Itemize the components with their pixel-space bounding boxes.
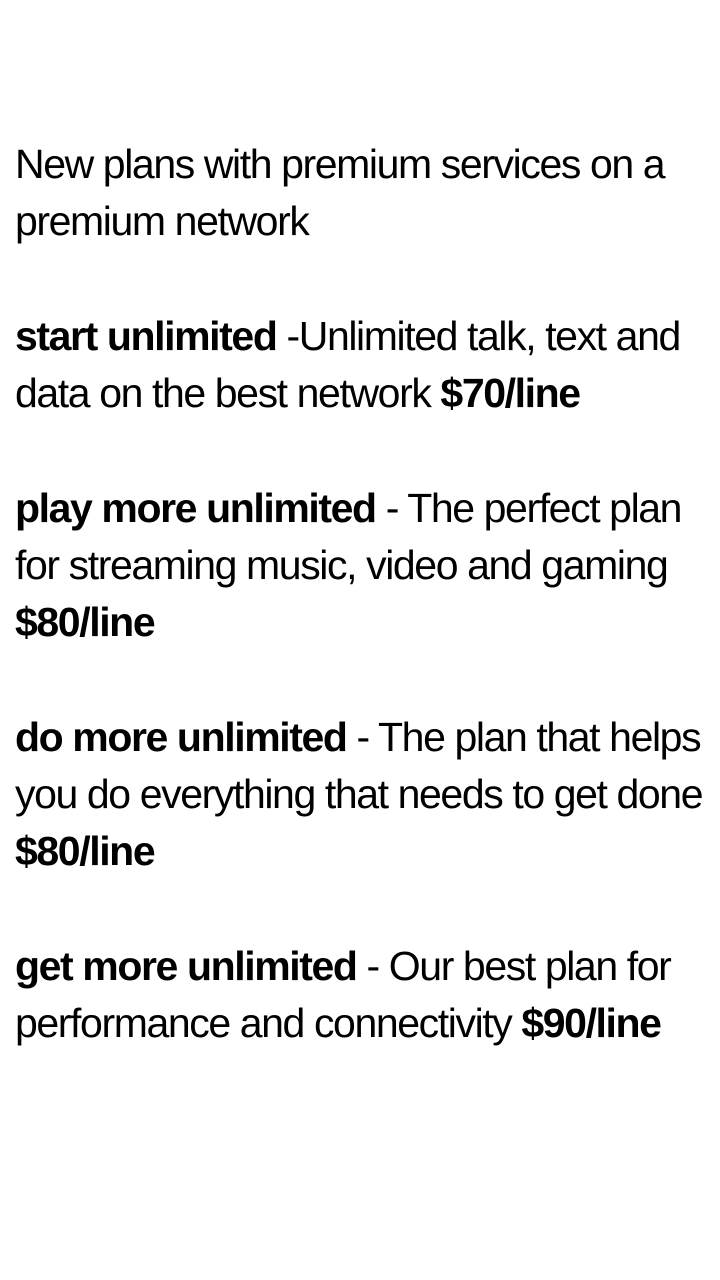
plan-play-more-unlimited: play more unlimited - The perfect plan f… (15, 480, 712, 651)
plan-name: do more unlimited (15, 714, 348, 760)
plan-price: $80/line (15, 599, 156, 645)
plan-price: $90/line (521, 1000, 662, 1046)
plan-get-more-unlimited: get more unlimited - Our best plan for p… (15, 938, 712, 1052)
intro-text: New plans with premium services on a pre… (15, 141, 666, 244)
plan-name: start unlimited (15, 313, 278, 359)
plan-do-more-unlimited: do more unlimited - The plan that helps … (15, 709, 712, 880)
plan-name: get more unlimited (15, 943, 358, 989)
plan-start-unlimited: start unlimited -Unlimited talk, text an… (15, 308, 712, 422)
plans-page: New plans with premium services on a pre… (0, 0, 720, 1280)
plan-price: $70/line (440, 370, 581, 416)
plan-name: play more unlimited (15, 485, 377, 531)
plan-price: $80/line (15, 828, 156, 874)
